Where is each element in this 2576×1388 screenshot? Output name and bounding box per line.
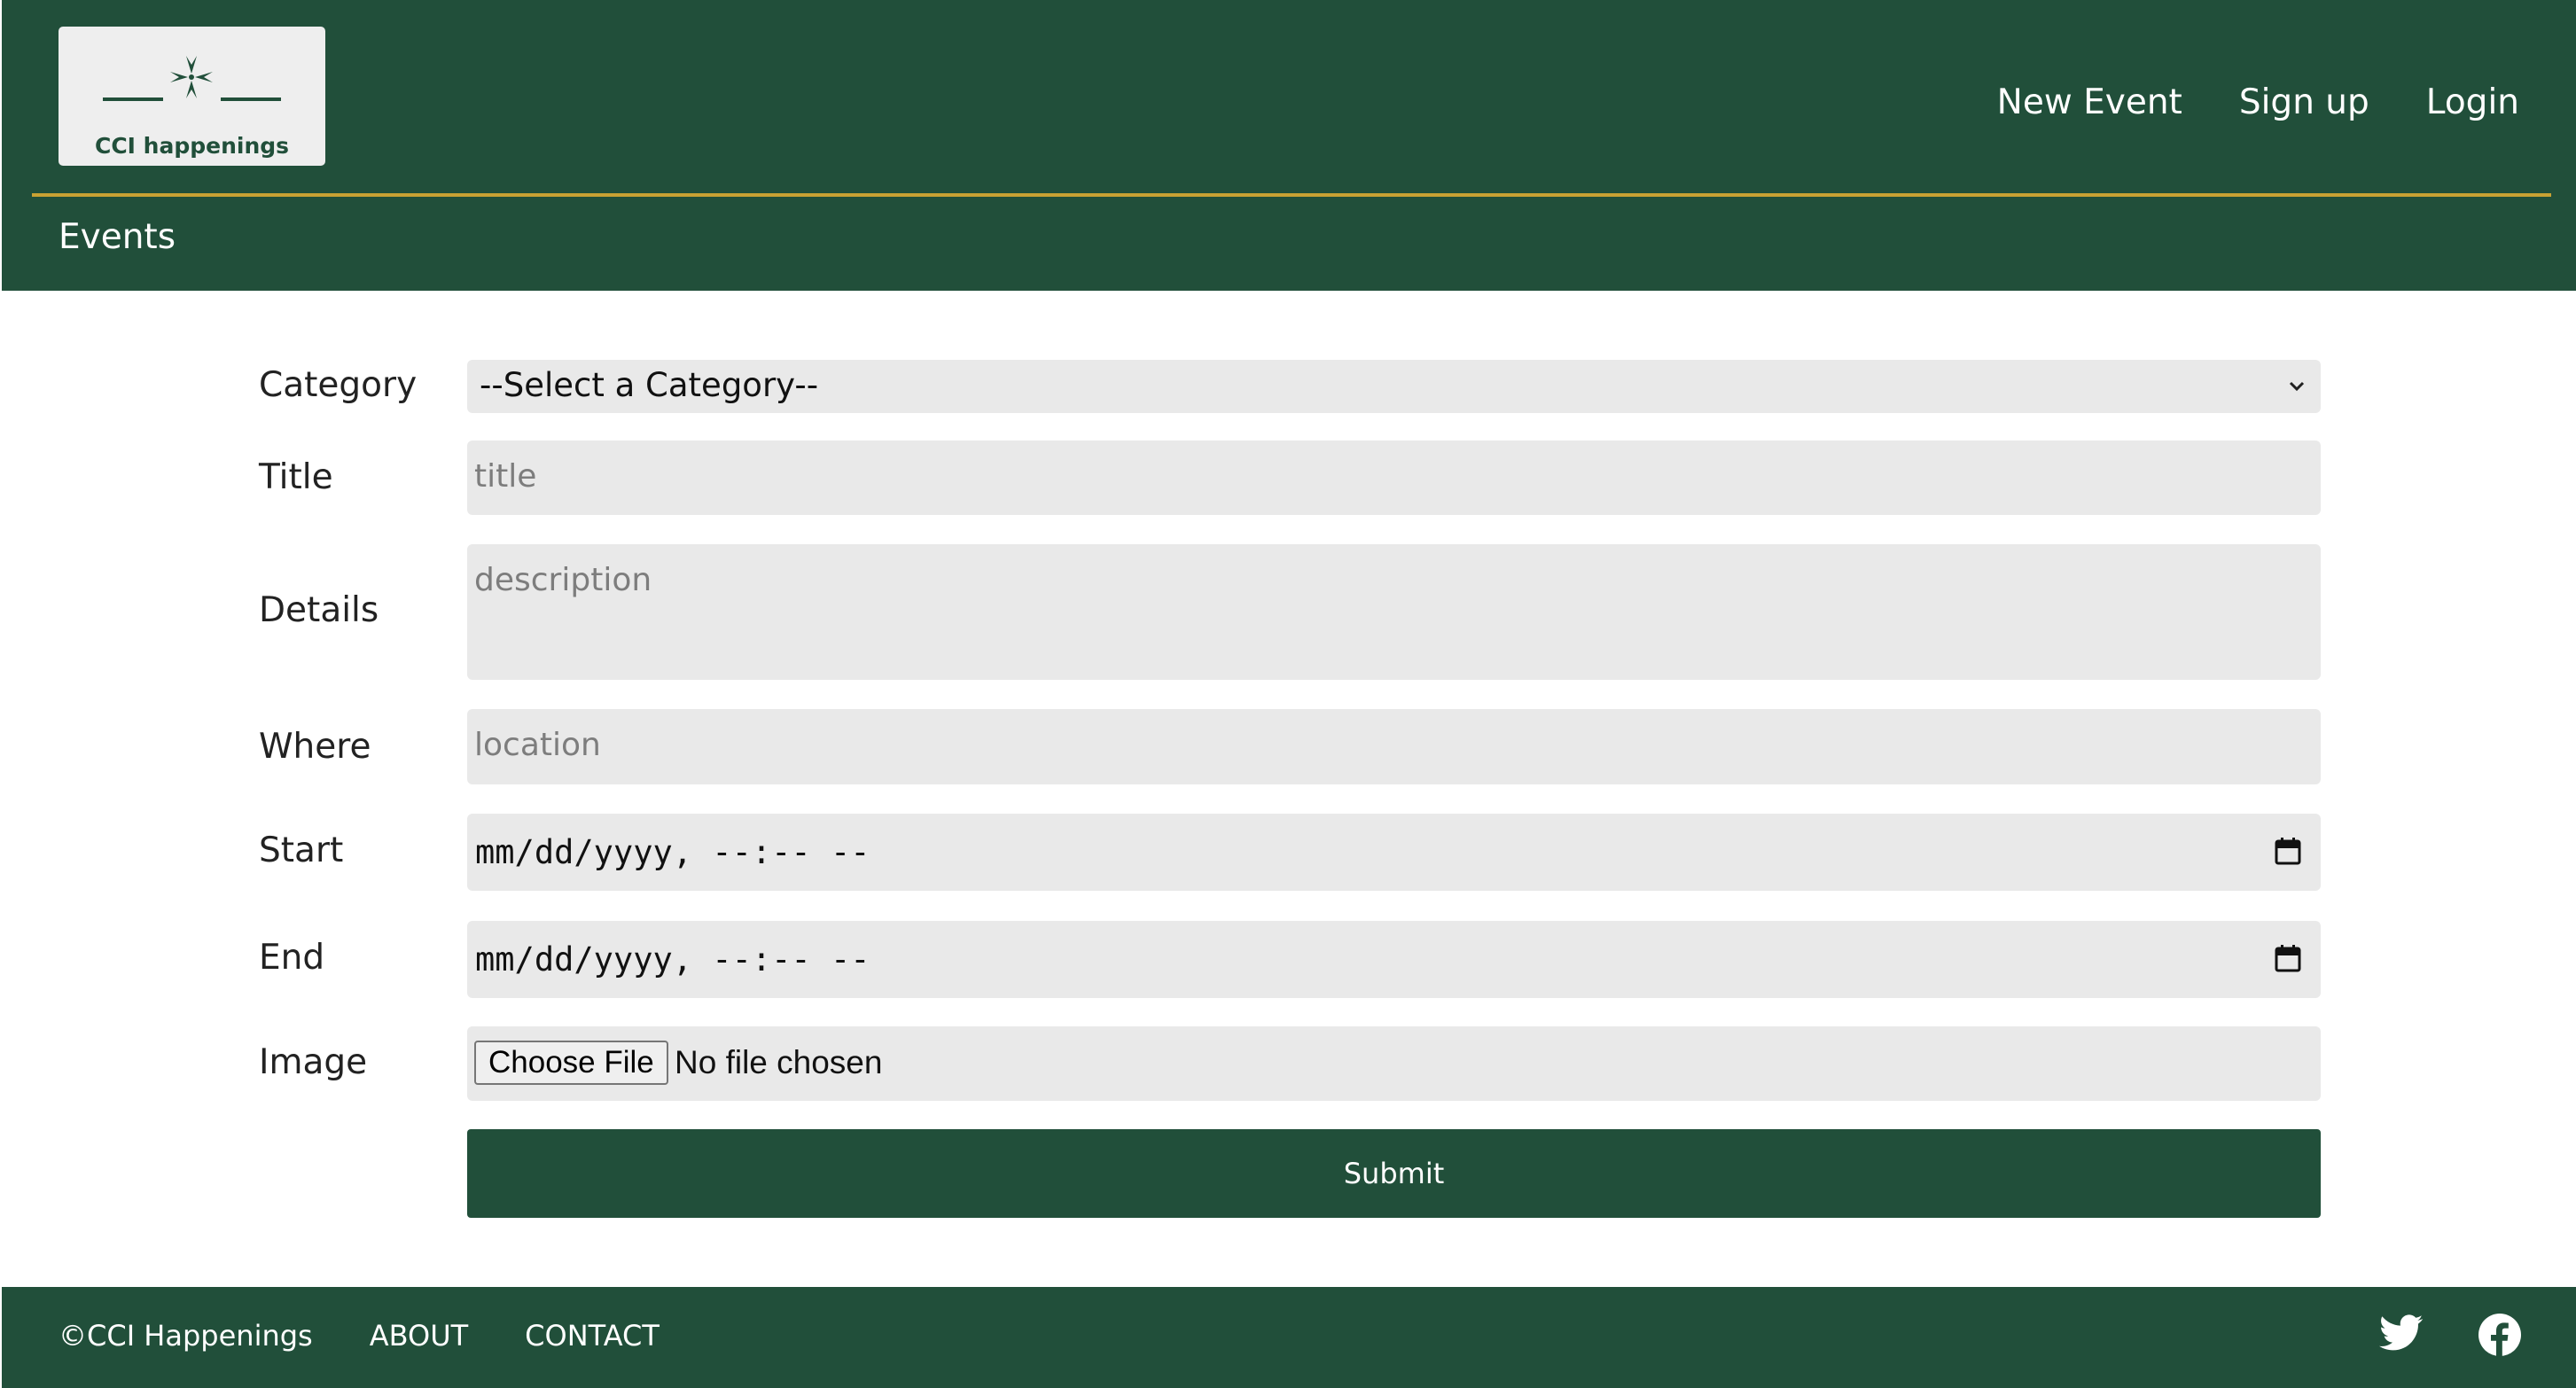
choose-file-button[interactable]: Choose File <box>474 1041 668 1085</box>
location-placeholder: location <box>474 727 601 763</box>
category-label: Category <box>259 365 418 405</box>
footer-links: ©CCI Happenings ABOUT CONTACT <box>59 1314 660 1358</box>
image-file-input: Choose File No file chosen <box>467 1026 2321 1101</box>
nav-sign-up[interactable]: Sign up <box>2239 76 2369 129</box>
where-label: Where <box>259 727 371 767</box>
start-datetime-input[interactable]: mm/dd/yyyy, --:-- -- <box>467 814 2321 891</box>
copyright-text: ©CCI Happenings <box>59 1319 313 1353</box>
nav-events[interactable]: Events <box>59 213 176 262</box>
main-nav: New Event Sign up Login <box>1997 76 2519 129</box>
site-logo[interactable]: CCI happenings <box>59 27 325 166</box>
file-status: No file chosen <box>675 1044 883 1080</box>
nav-login[interactable]: Login <box>2426 76 2519 129</box>
start-datetime-value: mm/dd/yyyy, --:-- -- <box>475 833 870 871</box>
calendar-icon[interactable] <box>2275 837 2301 865</box>
details-placeholder: description <box>474 562 652 598</box>
title-placeholder: title <box>474 458 537 495</box>
page: CCI happenings New Event Sign up Login E… <box>2 0 2576 1388</box>
site-footer: ©CCI Happenings ABOUT CONTACT <box>2 1287 2576 1388</box>
category-select[interactable]: --Select a Category-- <box>467 360 2321 413</box>
title-input[interactable]: title <box>467 441 2321 515</box>
footer-link-about[interactable]: ABOUT <box>370 1314 468 1358</box>
image-label: Image <box>259 1042 368 1082</box>
twitter-icon[interactable] <box>2379 1314 2424 1353</box>
header-divider <box>32 193 2551 197</box>
submit-button[interactable]: Submit <box>467 1129 2321 1218</box>
end-datetime-value: mm/dd/yyyy, --:-- -- <box>475 940 870 979</box>
end-label: End <box>259 938 325 978</box>
new-event-form: Category --Select a Category-- Title tit… <box>2 291 2576 1287</box>
facebook-icon[interactable] <box>2478 1314 2521 1356</box>
site-header: CCI happenings New Event Sign up Login E… <box>2 0 2576 291</box>
footer-link-contact[interactable]: CONTACT <box>525 1314 660 1358</box>
title-label: Title <box>259 457 333 497</box>
details-label: Details <box>259 590 379 630</box>
details-textarea[interactable]: description <box>467 544 2321 680</box>
nav-new-event[interactable]: New Event <box>1997 76 2182 129</box>
logo-text: CCI happenings <box>94 133 290 159</box>
location-input[interactable]: location <box>467 709 2321 784</box>
calendar-icon[interactable] <box>2275 944 2301 972</box>
chevron-down-icon <box>2289 381 2305 392</box>
start-label: Start <box>259 830 344 870</box>
category-select-value: --Select a Category-- <box>480 366 819 404</box>
end-datetime-input[interactable]: mm/dd/yyyy, --:-- -- <box>467 921 2321 998</box>
